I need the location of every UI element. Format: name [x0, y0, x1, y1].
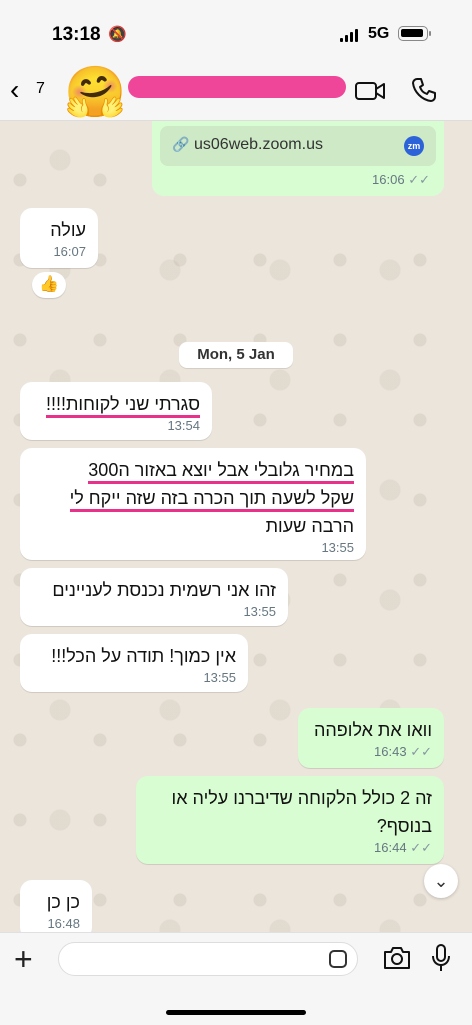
message-time: 16:43 ✓✓ [374, 744, 432, 759]
home-indicator [166, 1010, 306, 1015]
outgoing-message[interactable]: וואו את אלופהה 16:43 ✓✓ [298, 708, 444, 768]
back-chevron-icon[interactable]: ‹ [10, 76, 19, 104]
back-unread-count[interactable]: 7 [36, 80, 45, 98]
signal-icon [340, 29, 360, 42]
video-icon[interactable] [354, 79, 386, 103]
zoom-logo-icon: zm [404, 136, 424, 156]
phone-icon[interactable] [410, 76, 438, 104]
incoming-message[interactable]: אין כמוך! תודה על הכל!!! 13:55 [20, 634, 248, 692]
message-text: כן כן [46, 892, 80, 912]
message-text-line: בנוסף? [376, 816, 432, 836]
message-text-line: שקל לשעה תוך הכרה בזה שזה ייקח לי [69, 488, 354, 512]
battery-icon [398, 26, 431, 41]
message-time: 16:48 [47, 916, 80, 931]
message-text: וואו את אלופהה [313, 720, 432, 740]
message-time: 13:55 [321, 540, 354, 555]
camera-icon[interactable] [382, 945, 412, 971]
message-text: אין כמוך! תודה על הכל!!! [51, 646, 236, 666]
message-text: עולה [50, 220, 86, 240]
message-input[interactable] [58, 942, 358, 976]
incoming-message[interactable]: זהו אני רשמית נכנסת לעניינים 13:55 [20, 568, 288, 626]
message-time: 16:44 ✓✓ [374, 840, 432, 855]
message-time: 13:55 [243, 604, 276, 619]
incoming-message[interactable]: סגרתי שני לקוחות!!!! 13:54 [20, 382, 212, 440]
link-icon: 🔗 [172, 136, 190, 152]
bell-muted-icon: 🔕 [108, 26, 127, 43]
sticker-icon[interactable] [329, 950, 347, 968]
network-label: 5G [368, 25, 390, 42]
message-text-line: זה 2 כולל הלקוחה שדיברנו עליה או [171, 788, 432, 808]
message-text-line: במחיר גלובלי אבל יוצא באזור ה300 [88, 460, 354, 484]
outgoing-message[interactable]: זה 2 כולל הלקוחה שדיברנו עליה או בנוסף? … [136, 776, 444, 864]
message-time: 16:06 ✓✓ [372, 172, 430, 187]
status-bar: 13:18 🔕 5G [0, 0, 472, 62]
scroll-down-chevron-icon[interactable]: ⌄ [424, 864, 458, 898]
message-text-line: הרבה שעות [265, 516, 354, 536]
date-separator: Mon, 5 Jan [179, 342, 293, 368]
message-time: 16:07 [53, 244, 86, 259]
status-time: 13:18 [52, 24, 101, 45]
plus-icon[interactable]: + [14, 939, 33, 979]
thumbs-up-reaction-icon[interactable]: 👍 [32, 272, 66, 298]
microphone-icon[interactable] [430, 943, 452, 973]
message-time: 13:55 [203, 670, 236, 685]
contact-name-redacted[interactable] [128, 76, 346, 98]
message-text: זהו אני רשמית נכנסת לעניינים [52, 580, 276, 600]
message-time: 13:54 [167, 418, 200, 433]
incoming-message[interactable]: במחיר גלובלי אבל יוצא באזור ה300 שקל לשע… [20, 448, 366, 560]
link-preview-card[interactable]: 🔗 us06web.zoom.us zm [160, 126, 436, 166]
link-url[interactable]: us06web.zoom.us [194, 136, 323, 154]
incoming-message[interactable]: כן כן 16:48 [20, 880, 92, 940]
chat-header: ‹ 7 🤗 [0, 62, 472, 121]
message-text: סגרתי שני לקוחות!!!! [45, 394, 200, 418]
link-preview-message[interactable]: 🔗 us06web.zoom.us zm 16:06 ✓✓ [152, 120, 444, 196]
avatar[interactable]: 🤗 [64, 62, 126, 122]
incoming-message[interactable]: עולה 16:07 [20, 208, 98, 268]
